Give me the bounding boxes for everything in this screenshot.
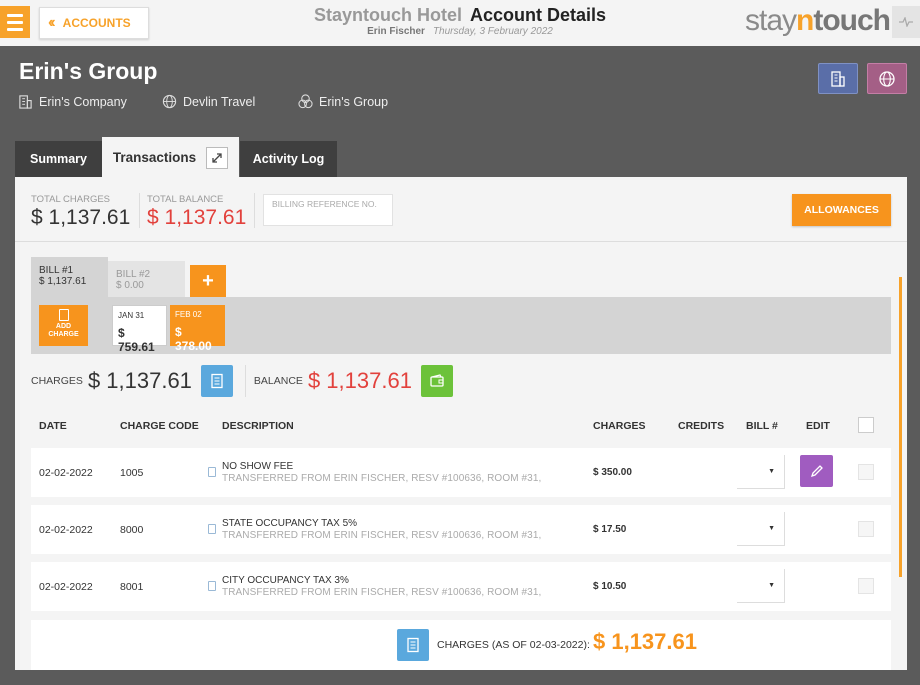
billing-reference-input[interactable]: BILLING REFERENCE NO. [263,194,393,226]
bill-tab-2[interactable]: BILL #2 $ 0.00 [108,261,185,297]
select-all-checkbox[interactable] [858,417,874,433]
group-link[interactable]: Erin's Group [298,94,388,109]
document-icon [208,467,216,477]
bill-charges-total: $ 1,137.61 [87,368,192,393]
globe-icon [879,70,895,87]
divider [254,193,255,228]
expand-icon[interactable] [206,146,229,169]
group-icon [298,94,313,109]
col-charge-code: CHARGE CODE [120,420,199,432]
scrollbar[interactable] [899,277,902,577]
pencil-icon [810,465,823,478]
divider [139,193,140,228]
col-charges: CHARGES [593,420,646,432]
document-icon [208,581,216,591]
building-icon [19,95,32,109]
bill-number-select[interactable]: ▼ [737,569,785,603]
activity-pulse-button[interactable] [892,6,920,38]
bill-tab-1[interactable]: BILL #1 $ 1,137.61 [31,257,108,297]
receipt-icon [211,373,223,389]
add-charge-button[interactable]: ADD CHARGE [39,305,88,346]
globe-icon [162,94,177,109]
transactions-table-header: DATE CHARGE CODE DESCRIPTION CHARGES CRE… [31,409,891,441]
receipt-icon [58,309,69,321]
day-card-jan31[interactable]: JAN 31 $ 759.61 [112,305,167,354]
day-card-feb02[interactable]: FEB 02 $ 378.00 [170,305,225,353]
page-title-text: Account Details [469,5,607,25]
travel-agent-button[interactable] [867,63,907,94]
tab-transactions[interactable]: Transactions [102,137,239,178]
dropdown-arrow-icon: ▼ [768,525,775,532]
account-summary: TOTAL CHARGES $ 1,137.61 TOTAL BALANCE $… [15,177,907,242]
bill-days-strip: ADD CHARGE JAN 31 $ 759.61 FEB 02 $ 378.… [31,297,891,354]
col-description: DESCRIPTION [222,420,294,432]
table-row: 02-02-2022 8000 STATE OCCUPANCY TAX 5% T… [31,505,891,554]
hotel-name: Stayntouch Hotel [313,5,462,25]
tab-summary[interactable]: Summary [15,141,102,177]
total-charges: TOTAL CHARGES $ 1,137.61 [31,194,131,229]
wallet-icon [430,374,444,387]
charges-total-row: CHARGES (AS OF 02-03-2022): $ 1,137.61 [31,620,891,670]
company-card-link[interactable]: Erin's Company [18,94,127,109]
pulse-icon [899,17,913,27]
document-icon [208,524,216,534]
col-date: DATE [39,420,67,432]
plus-icon: + [202,269,214,292]
total-balance: TOTAL BALANCE $ 1,137.61 [147,194,247,229]
row-checkbox[interactable] [858,578,874,594]
print-invoice-button[interactable] [397,629,429,661]
bill-number-select[interactable]: ▼ [737,512,785,546]
travel-agent-name: Devlin Travel [183,94,256,109]
travel-agent-link[interactable]: Devlin Travel [162,94,255,109]
stayntouch-logo: stayntouch [744,4,891,37]
business-date: Thursday, 3 February 2022 [432,26,553,37]
receipt-icon [407,637,419,653]
group-name: Erin's Group [19,58,158,84]
tab-activity-log[interactable]: Activity Log [240,141,337,177]
add-bill-button[interactable]: + [190,265,226,297]
top-bar: ‹‹ ACCOUNTS Stayntouch Hotel Account Deta… [0,0,920,46]
table-row: 02-02-2022 8001 CITY OCCUPANCY TAX 3% TR… [31,562,891,611]
payment-button[interactable] [420,365,453,397]
col-bill-number: BILL # [746,420,778,432]
transactions-panel: TOTAL CHARGES $ 1,137.61 TOTAL BALANCE $… [15,177,907,670]
divider [244,365,246,397]
col-edit: EDIT [806,420,830,432]
company-card-button[interactable] [818,63,858,94]
bill-balance-total: $ 1,137.61 [307,368,412,393]
company-name: Erin's Company [39,94,127,109]
building-icon [831,70,845,87]
group-label: Erin's Group [319,94,389,109]
edit-charge-button[interactable] [800,455,833,487]
dropdown-arrow-icon: ▼ [768,582,775,589]
table-row: 02-02-2022 1005 NO SHOW FEE TRANSFERRED … [31,448,891,497]
row-checkbox[interactable] [858,464,874,480]
charges-as-of-value: $ 1,137.61 [593,629,697,654]
bill-number-select[interactable]: ▼ [737,455,785,489]
print-invoice-button[interactable] [200,365,233,397]
col-credits: CREDITS [678,420,725,432]
dropdown-arrow-icon: ▼ [768,468,775,475]
charges-as-of-label: CHARGES (AS OF 02-03-2022): [437,639,590,651]
user-name: Erin Fischer [367,26,425,37]
allowances-button[interactable]: ALLOWANCES [792,194,891,226]
bill-totals: CHARGES $ 1,137.61 BALANCE $ 1,137.61 [31,365,453,397]
row-checkbox[interactable] [858,521,874,537]
